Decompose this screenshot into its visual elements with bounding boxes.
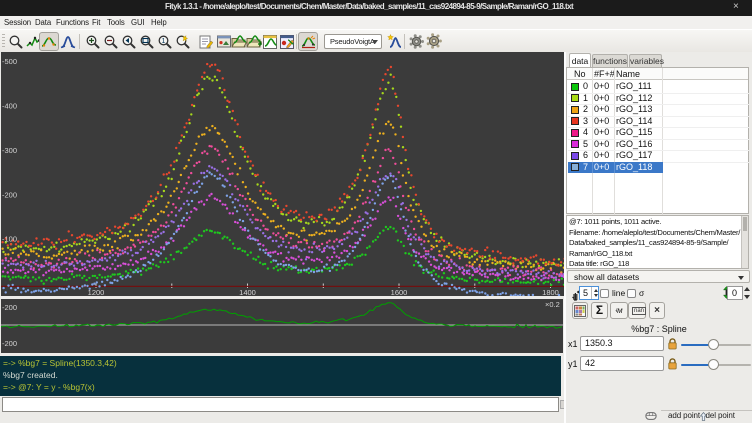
svg-text:×0.2: ×0.2 (545, 300, 560, 309)
svg-text:1600: 1600 (391, 288, 408, 296)
svg-text:-200: -200 (2, 339, 17, 348)
svg-text:1800: 1800 (542, 288, 559, 296)
svg-text:-200: -200 (2, 190, 17, 199)
svg-text:-100: -100 (2, 235, 17, 244)
svg-text:1400: 1400 (239, 288, 256, 296)
svg-text:-300: -300 (2, 146, 17, 155)
svg-text:-500: -500 (2, 57, 17, 66)
svg-text:-200: -200 (2, 303, 17, 312)
svg-text:1: 1 (162, 38, 166, 45)
svg-text:1200: 1200 (88, 288, 105, 296)
svg-text:-400: -400 (2, 102, 17, 111)
